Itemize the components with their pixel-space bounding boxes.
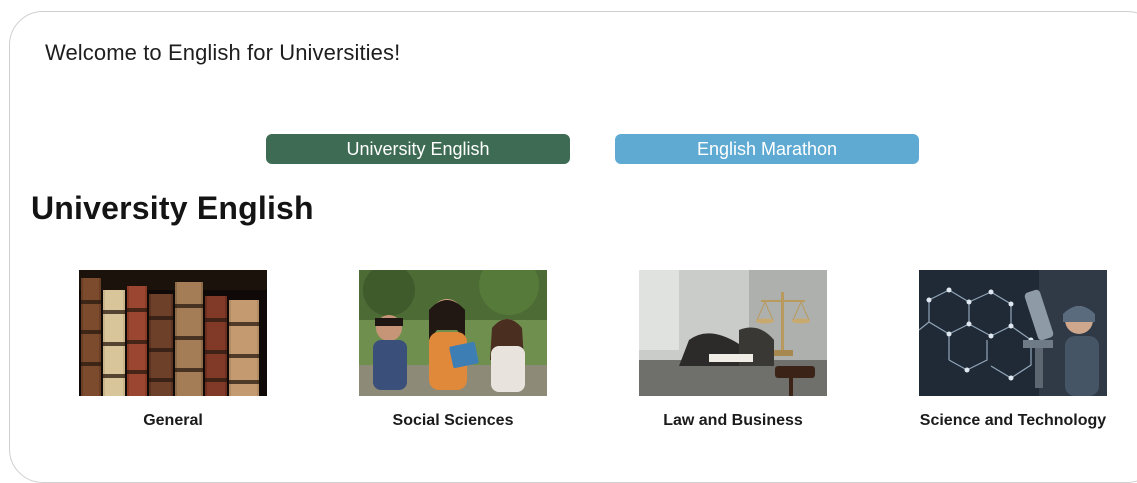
category-card-law-and-business[interactable]: Law and Business	[638, 270, 828, 430]
card-label[interactable]: General	[78, 412, 268, 430]
scales-of-justice-image[interactable]	[639, 270, 827, 396]
category-card-general[interactable]: General	[78, 270, 268, 430]
category-card-science-and-technology[interactable]: Science and Technology	[918, 270, 1108, 430]
microscope-molecules-image[interactable]	[919, 270, 1107, 396]
card-label[interactable]: Science and Technology	[908, 412, 1118, 430]
tab-english-marathon[interactable]: English Marathon	[615, 134, 919, 164]
tab-university-english[interactable]: University English	[266, 134, 570, 164]
welcome-heading: Welcome to English for Universities!	[45, 40, 401, 65]
card-label[interactable]: Social Sciences	[358, 412, 548, 430]
card-label[interactable]: Law and Business	[638, 412, 828, 430]
old-books-image[interactable]	[79, 270, 267, 396]
section-title: University English	[31, 190, 314, 226]
category-card-social-sciences[interactable]: Social Sciences	[358, 270, 548, 430]
students-studying-image[interactable]	[359, 270, 547, 396]
